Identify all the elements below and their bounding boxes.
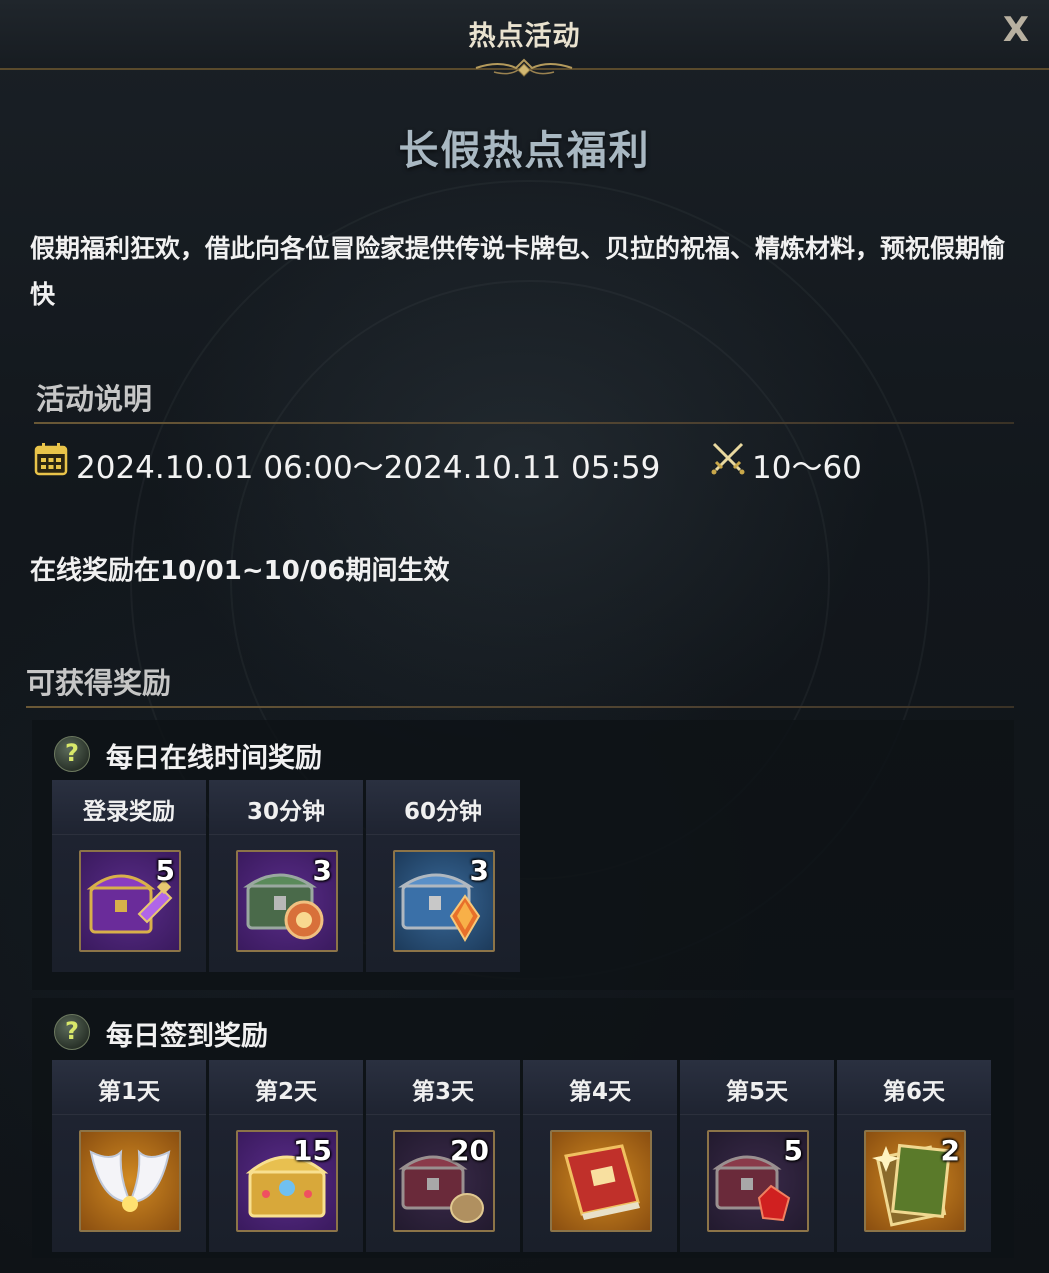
item-quantity: 20 xyxy=(450,1134,489,1167)
crossed-swords-icon xyxy=(711,442,745,475)
slot-divider xyxy=(209,834,363,835)
item-quantity: 3 xyxy=(469,854,489,887)
reward-slot-day2: 第2天 15 xyxy=(209,1060,363,1252)
checkin-reward-panel: ? 每日签到奖励 第1天 第2天 15 第3天 20 第4天 第5天 5 第6天… xyxy=(32,998,1014,1258)
angel-wings-icon[interactable] xyxy=(79,1130,181,1232)
reward-slot-label: 登录奖励 xyxy=(83,799,175,825)
item-quantity: 15 xyxy=(293,1134,332,1167)
item-quantity: 5 xyxy=(155,854,175,887)
reward-slot-day3: 第3天 20 xyxy=(366,1060,520,1252)
reward-slot-label: 第3天 xyxy=(411,1079,474,1105)
checkin-reward-label: 每日签到奖励 xyxy=(106,1021,268,1052)
reward-slot-day4: 第4天 xyxy=(523,1060,677,1252)
window-title: 热点活动 xyxy=(468,21,581,52)
event-description: 假期福利狂欢，借此向各位冒险家提供传说卡牌包、贝拉的祝福、精炼材料，预祝假期愉快 xyxy=(30,234,1006,309)
green-chest-gem-icon[interactable]: 3 xyxy=(236,850,338,952)
slot-divider xyxy=(52,834,206,835)
details-heading: 活动说明 xyxy=(36,382,153,416)
event-title: 长假热点福利 xyxy=(398,128,651,174)
reward-slot-day1: 第1天 xyxy=(52,1060,206,1252)
angel-wings-icon xyxy=(89,1149,171,1212)
reward-slot-30min: 30分钟 3 xyxy=(209,780,363,972)
item-quantity: 2 xyxy=(940,1134,960,1167)
reward-slot-label: 30分钟 xyxy=(246,799,325,825)
slot-divider xyxy=(366,1114,520,1115)
reward-slot-day6: 第6天 2 xyxy=(837,1060,991,1252)
reward-slot-label: 第5天 xyxy=(725,1079,788,1105)
spell-book-icon xyxy=(564,1144,640,1220)
online-reward-note: 在线奖励在10/01~10/06期间生效 xyxy=(30,556,450,586)
online-reward-panel: ? 每日在线时间奖励 登录奖励 5 30分钟 3 60分钟 3 xyxy=(32,720,1014,990)
reward-slot-label: 第6天 xyxy=(882,1079,945,1105)
slot-divider xyxy=(366,834,520,835)
close-button[interactable]: X xyxy=(996,10,1036,50)
online-reward-label: 每日在线时间奖励 xyxy=(106,743,322,774)
reward-slot-label: 60分钟 xyxy=(403,799,482,825)
slot-divider xyxy=(209,1114,363,1115)
item-quantity: 5 xyxy=(783,1134,803,1167)
spell-book-icon[interactable] xyxy=(550,1130,652,1232)
reward-slot-label: 第4天 xyxy=(568,1079,631,1105)
purple-chest-potion-icon[interactable]: 5 xyxy=(79,850,181,952)
question-icon[interactable]: ? xyxy=(54,1014,90,1050)
title-bar: 热点活动 X xyxy=(0,0,1049,77)
red-chest-crystal-icon[interactable]: 5 xyxy=(707,1130,809,1232)
golden-chest-icon[interactable]: 15 xyxy=(236,1130,338,1232)
reward-slot-60min: 60分钟 3 xyxy=(366,780,520,972)
details-divider xyxy=(34,422,1014,424)
title-ornament-icon xyxy=(475,58,573,77)
event-info-row: 2024.10.01 06:00～2024.10.11 05:59 10～60 xyxy=(34,440,1014,486)
reward-slot-day5: 第5天 5 xyxy=(680,1060,834,1252)
question-icon[interactable]: ? xyxy=(54,736,90,772)
slot-divider xyxy=(52,1114,206,1115)
red-chest-bag-icon[interactable]: 20 xyxy=(393,1130,495,1232)
reward-slot-label: 第1天 xyxy=(97,1079,160,1105)
slot-divider xyxy=(680,1114,834,1115)
reward-slot-label: 第2天 xyxy=(254,1079,317,1105)
reward-slot-login: 登录奖励 5 xyxy=(52,780,206,972)
calendar-icon xyxy=(34,443,68,476)
slot-divider xyxy=(837,1114,991,1115)
item-quantity: 3 xyxy=(312,854,332,887)
rewards-heading: 可获得奖励 xyxy=(26,666,172,700)
rewards-divider xyxy=(26,706,1014,708)
blue-chest-crystal-icon[interactable]: 3 xyxy=(393,850,495,952)
event-period: 2024.10.01 06:00～2024.10.11 05:59 xyxy=(76,450,661,486)
level-range: 10～60 xyxy=(752,450,862,486)
card-pack-icon[interactable]: 2 xyxy=(864,1130,966,1232)
slot-divider xyxy=(523,1114,677,1115)
